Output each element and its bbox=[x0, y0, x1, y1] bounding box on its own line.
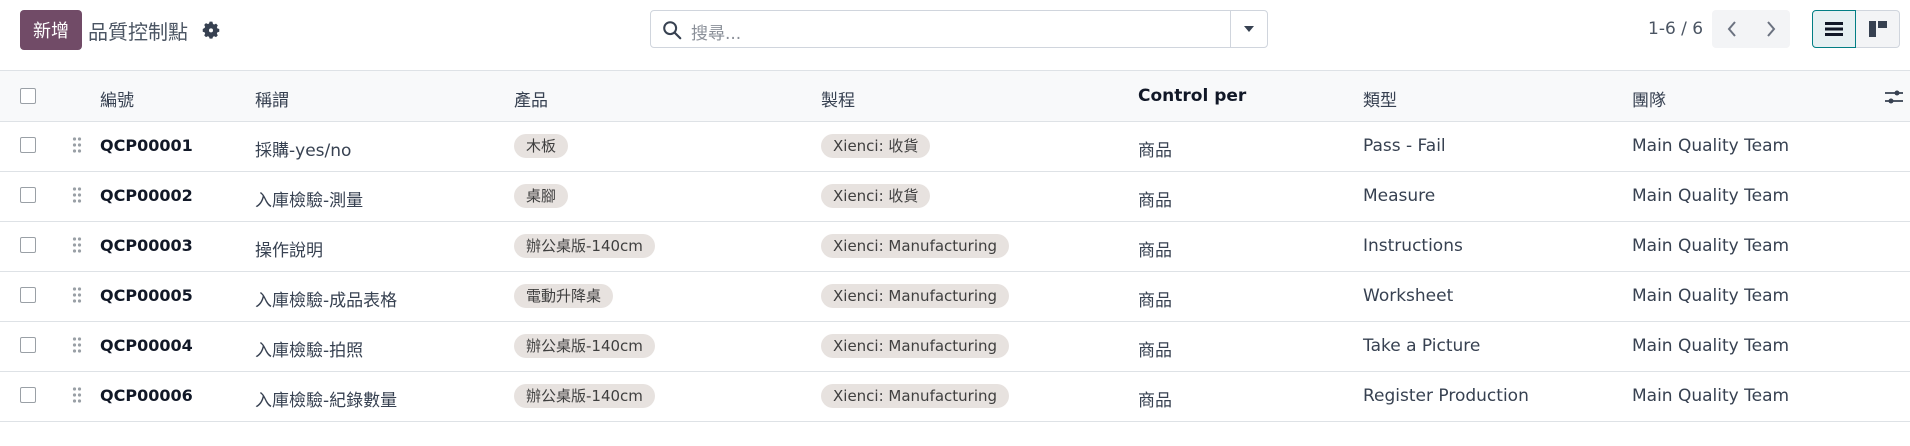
operation-tag: Xienci: Manufacturing bbox=[821, 334, 1010, 358]
cell-code: QCP00001 bbox=[100, 136, 193, 155]
row-checkbox[interactable] bbox=[20, 237, 36, 253]
column-header-team[interactable]: 團隊 bbox=[1632, 86, 1666, 111]
quality-points-table: 編號 稱謂 產品 製程 Control per 類型 團隊 QCP00001 採… bbox=[0, 71, 1910, 422]
list-view-icon bbox=[1825, 22, 1843, 36]
cell-code: QCP00004 bbox=[100, 336, 193, 355]
cell-title: 入庫檢驗-成品表格 bbox=[255, 291, 398, 311]
column-header-product[interactable]: 產品 bbox=[514, 86, 548, 111]
gear-icon[interactable] bbox=[200, 18, 222, 40]
kanban-view-icon bbox=[1868, 21, 1887, 37]
table-row[interactable]: QCP00002 入庫檢驗-測量 桌腳 Xienci: 收貨 商品 Measur… bbox=[0, 172, 1910, 222]
row-checkbox[interactable] bbox=[20, 287, 36, 303]
cell-type: Take a Picture bbox=[1363, 336, 1481, 356]
cell-control-per: 商品 bbox=[1138, 191, 1172, 211]
operation-tag: Xienci: Manufacturing bbox=[821, 234, 1010, 258]
cell-title: 入庫檢驗-紀錄數量 bbox=[255, 391, 398, 411]
cell-title: 入庫檢驗-拍照 bbox=[255, 341, 364, 361]
cell-team: Main Quality Team bbox=[1632, 386, 1790, 406]
product-tag: 辦公桌版-140cm bbox=[514, 234, 655, 258]
drag-handle-icon[interactable] bbox=[72, 336, 82, 354]
cell-team: Main Quality Team bbox=[1632, 236, 1790, 256]
search-bar[interactable]: 搜尋... bbox=[650, 10, 1268, 48]
pager-next-button[interactable] bbox=[1751, 10, 1790, 48]
cell-title: 採購-yes/no bbox=[255, 141, 352, 161]
drag-handle-icon[interactable] bbox=[72, 386, 82, 404]
operation-tag: Xienci: 收貨 bbox=[821, 134, 931, 158]
product-tag: 電動升降桌 bbox=[514, 284, 614, 308]
operation-tag: Xienci: 收貨 bbox=[821, 184, 931, 208]
breadcrumb-title: 品質控制點 bbox=[88, 20, 188, 44]
cell-type: Pass - Fail bbox=[1363, 136, 1446, 156]
cell-control-per: 商品 bbox=[1138, 291, 1172, 311]
view-switcher bbox=[1812, 10, 1900, 48]
chevron-right-icon bbox=[1766, 21, 1775, 37]
product-tag: 辦公桌版-140cm bbox=[514, 334, 655, 358]
cell-control-per: 商品 bbox=[1138, 141, 1172, 161]
column-header-control-per[interactable]: Control per bbox=[1138, 86, 1246, 106]
cell-control-per: 商品 bbox=[1138, 241, 1172, 261]
row-checkbox[interactable] bbox=[20, 187, 36, 203]
cell-code: QCP00002 bbox=[100, 186, 193, 205]
kanban-view-button[interactable] bbox=[1856, 10, 1900, 48]
cell-type: Register Production bbox=[1363, 386, 1529, 406]
table-row[interactable]: QCP00006 入庫檢驗-紀錄數量 辦公桌版-140cm Xienci: Ma… bbox=[0, 372, 1910, 422]
cell-type: Worksheet bbox=[1363, 286, 1454, 306]
product-tag: 桌腳 bbox=[514, 184, 569, 208]
search-icon bbox=[663, 21, 682, 40]
product-tag: 辦公桌版-140cm bbox=[514, 384, 655, 408]
drag-handle-icon[interactable] bbox=[72, 136, 82, 154]
cell-team: Main Quality Team bbox=[1632, 286, 1790, 306]
table-row[interactable]: QCP00001 採購-yes/no 木板 Xienci: 收貨 商品 Pass… bbox=[0, 122, 1910, 172]
drag-handle-icon[interactable] bbox=[72, 286, 82, 304]
cell-code: QCP00006 bbox=[100, 386, 193, 405]
search-input[interactable]: 搜尋... bbox=[691, 19, 741, 44]
new-button[interactable]: 新增 bbox=[20, 10, 82, 50]
column-header-operation[interactable]: 製程 bbox=[821, 86, 855, 111]
cell-control-per: 商品 bbox=[1138, 341, 1172, 361]
row-checkbox[interactable] bbox=[20, 387, 36, 403]
operation-tag: Xienci: Manufacturing bbox=[821, 384, 1010, 408]
cell-team: Main Quality Team bbox=[1632, 136, 1790, 156]
product-tag: 木板 bbox=[514, 134, 569, 158]
cell-team: Main Quality Team bbox=[1632, 336, 1790, 356]
optional-columns-icon[interactable] bbox=[1884, 87, 1904, 107]
caret-down-icon bbox=[1244, 26, 1254, 32]
cell-code: QCP00005 bbox=[100, 286, 193, 305]
cell-code: QCP00003 bbox=[100, 236, 193, 255]
table-row[interactable]: QCP00004 入庫檢驗-拍照 辦公桌版-140cm Xienci: Manu… bbox=[0, 322, 1910, 372]
column-header-code[interactable]: 編號 bbox=[100, 86, 134, 111]
operation-tag: Xienci: Manufacturing bbox=[821, 284, 1010, 308]
table-header: 編號 稱謂 產品 製程 Control per 類型 團隊 bbox=[0, 71, 1910, 122]
select-all-checkbox[interactable] bbox=[20, 88, 36, 104]
cell-team: Main Quality Team bbox=[1632, 186, 1790, 206]
chevron-left-icon bbox=[1727, 21, 1736, 37]
row-checkbox[interactable] bbox=[20, 137, 36, 153]
list-view-button[interactable] bbox=[1812, 10, 1856, 48]
pager-buttons bbox=[1712, 10, 1790, 48]
row-checkbox[interactable] bbox=[20, 337, 36, 353]
drag-handle-icon[interactable] bbox=[72, 186, 82, 204]
cell-type: Measure bbox=[1363, 186, 1436, 206]
cell-title: 操作說明 bbox=[255, 241, 323, 261]
pager-previous-button[interactable] bbox=[1712, 10, 1751, 48]
column-header-title[interactable]: 稱謂 bbox=[255, 86, 289, 111]
search-options-toggle[interactable] bbox=[1230, 11, 1267, 47]
column-header-type[interactable]: 類型 bbox=[1363, 86, 1397, 111]
table-row[interactable]: QCP00005 入庫檢驗-成品表格 電動升降桌 Xienci: Manufac… bbox=[0, 272, 1910, 322]
cell-type: Instructions bbox=[1363, 236, 1463, 256]
table-row[interactable]: QCP00003 操作說明 辦公桌版-140cm Xienci: Manufac… bbox=[0, 222, 1910, 272]
control-panel: 新增 品質控制點 搜尋... 1-6 / 6 bbox=[0, 0, 1910, 71]
drag-handle-icon[interactable] bbox=[72, 236, 82, 254]
cell-control-per: 商品 bbox=[1138, 391, 1172, 411]
pager-value[interactable]: 1-6 / 6 bbox=[1648, 19, 1703, 39]
cell-title: 入庫檢驗-測量 bbox=[255, 191, 364, 211]
